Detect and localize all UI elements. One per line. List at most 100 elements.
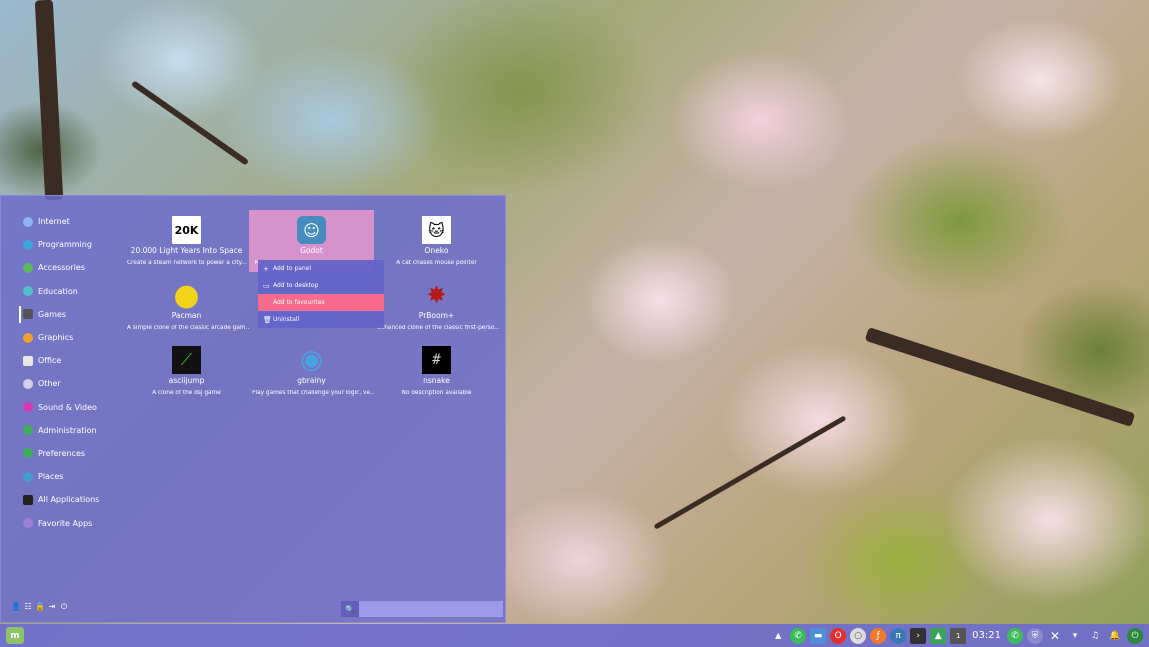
app-name: asciijump <box>168 376 205 385</box>
context-item-icon: 🗑 <box>263 315 272 324</box>
favorite-apps-icon <box>23 518 33 529</box>
context-item-label: Uninstall <box>273 316 300 323</box>
files-icon[interactable]: ▬ <box>810 627 827 644</box>
clock[interactable]: 03:21 <box>972 630 1001 641</box>
context-item-icon: + <box>263 264 269 273</box>
search-input[interactable] <box>359 601 503 617</box>
search-icon: 🔍 <box>341 601 359 617</box>
shield-icon[interactable]: ⛨ <box>1027 627 1043 644</box>
category-label: Places <box>38 472 64 482</box>
up-arrow-icon[interactable]: ▲ <box>770 628 786 644</box>
power-icon[interactable]: ⏻ <box>59 602 69 612</box>
app-description: A simple clone of the classic arcade gam… <box>127 325 249 331</box>
graphics-icon <box>23 332 33 343</box>
category-programming[interactable]: Programming <box>1 233 121 256</box>
firefox-icon[interactable]: ƒ <box>870 627 887 644</box>
category-label: Favorite Apps <box>38 518 93 528</box>
other-icon <box>23 378 33 389</box>
category-label: Preferences <box>38 448 86 458</box>
circle-app-icon[interactable]: ○ <box>850 627 867 644</box>
app-oneko[interactable]: 🐱 Oneko A cat chases mouse pointer <box>374 210 499 272</box>
music-icon[interactable]: ♫ <box>1087 628 1103 644</box>
session-buttons: 👤 ☷ 🔒 ⇥ ⏻ <box>11 602 69 612</box>
gbrainy-icon: ◉ <box>300 345 323 375</box>
context-add-to-favourites[interactable]: Add to favourites <box>258 294 384 311</box>
godot-icon: ☺ <box>297 216 326 244</box>
list-icon[interactable]: ☷ <box>23 602 33 612</box>
app-name: Pacman <box>171 311 202 320</box>
prboom-icon: ✸ <box>426 281 447 309</box>
category-label: Accessories <box>38 263 85 273</box>
system-tray: ▲ ✆ ▬ O ○ ƒ π › ▲ 1 03:21 ✆ ⛨ ✕ ▾ ♫ 🔔 ⏻ <box>770 626 1143 645</box>
category-favorite-apps[interactable]: Favorite Apps <box>1 511 121 534</box>
app-asciijump[interactable]: ⟋ asciijump A clone of the dsj game <box>124 340 249 402</box>
wallpaper-branch <box>653 415 847 530</box>
context-add-to-panel[interactable]: + Add to panel <box>258 260 384 277</box>
app-description: enhanced clone of the classic first-pers… <box>377 325 499 331</box>
app-pacman[interactable]: ● Pacman A simple clone of the classic arc… <box>124 275 249 337</box>
network-icon[interactable]: ▾ <box>1067 628 1083 644</box>
category-sound-video[interactable]: Sound & Video <box>1 396 121 419</box>
context-item-label: Add to panel <box>273 265 312 272</box>
wallpaper-branch <box>34 0 64 201</box>
app-prboom-[interactable]: ✸ PrBoom+ enhanced clone of the classic fi… <box>374 275 499 337</box>
wallpaper-branch <box>130 80 250 166</box>
sound-video-icon <box>23 402 33 413</box>
category-list: Internet Programming Accessories Education G… <box>1 210 121 535</box>
whatsapp-tray-icon[interactable]: ✆ <box>1007 627 1023 644</box>
context-uninstall[interactable]: 🗑 Uninstall <box>258 311 384 328</box>
app-name: gbrainy <box>297 376 326 385</box>
category-internet[interactable]: Internet <box>1 210 121 233</box>
app-gbrainy[interactable]: ◉ gbrainy Play games that challenge your l… <box>249 340 374 402</box>
image-viewer-icon[interactable]: ▲ <box>930 627 947 644</box>
all-applications-icon <box>23 494 33 505</box>
user-icon[interactable]: 👤 <box>11 602 21 612</box>
preferences-icon <box>23 448 33 459</box>
category-preferences[interactable]: Preferences <box>1 442 121 465</box>
category-label: Office <box>38 356 62 366</box>
category-label: Education <box>38 286 78 296</box>
app-name: nsnake <box>423 376 450 385</box>
workspace-icon[interactable]: 1 <box>950 627 967 644</box>
category-games[interactable]: Games <box>1 303 121 326</box>
app-nsnake[interactable]: # nsnake No description available <box>374 340 499 402</box>
education-icon <box>23 286 33 297</box>
python-icon[interactable]: π <box>890 627 907 644</box>
category-administration[interactable]: Administration <box>1 419 121 442</box>
category-office[interactable]: Office <box>1 349 121 372</box>
category-places[interactable]: Places <box>1 465 121 488</box>
category-label: Administration <box>38 425 97 435</box>
whatsapp-icon[interactable]: ✆ <box>790 627 807 644</box>
category-other[interactable]: Other <box>1 372 121 395</box>
search-box: 🔍 <box>341 601 503 617</box>
app-name: Oneko <box>424 246 449 255</box>
context-add-to-desktop[interactable]: ▭ Add to desktop <box>258 277 384 294</box>
bell-icon[interactable]: 🔔 <box>1107 628 1123 644</box>
category-accessories[interactable]: Accessories <box>1 256 121 279</box>
category-graphics[interactable]: Graphics <box>1 326 121 349</box>
logout-icon[interactable]: ⇥ <box>47 602 57 612</box>
wallpaper-branch <box>864 327 1136 427</box>
category-label: Graphics <box>38 333 74 343</box>
context-item-label: Add to desktop <box>273 282 319 289</box>
category-label: All Applications <box>38 495 100 505</box>
context-item-label: Add to favourites <box>273 299 325 306</box>
app-20-000-light-years-into-space[interactable]: 20K 20.000 Light Years Into Space Create a… <box>124 210 249 272</box>
app-description: A clone of the dsj game <box>152 390 221 396</box>
context-menu: + Add to panel ▭ Add to desktop Add to favou… <box>258 260 384 328</box>
opera-icon[interactable]: O <box>830 627 847 644</box>
category-education[interactable]: Education <box>1 280 121 303</box>
office-icon <box>23 355 33 366</box>
power-tray-icon[interactable]: ⏻ <box>1127 627 1143 644</box>
category-all-applications[interactable]: All Applications <box>1 488 121 511</box>
application-menu: Internet Programming Accessories Education G… <box>0 195 506 623</box>
programming-icon <box>23 239 33 250</box>
asciijump-icon: ⟋ <box>172 346 201 374</box>
nsnake-icon: # <box>422 346 451 374</box>
taskbar: m ▲ ✆ ▬ O ○ ƒ π › ▲ 1 03:21 ✆ ⛨ ✕ ▾ ♫ 🔔 … <box>0 624 1149 647</box>
lock-icon[interactable]: 🔒 <box>35 602 45 612</box>
close-icon[interactable]: ✕ <box>1047 628 1063 644</box>
start-menu-button[interactable]: m <box>6 627 24 644</box>
terminal-icon[interactable]: › <box>910 627 927 644</box>
places-icon <box>23 471 33 482</box>
